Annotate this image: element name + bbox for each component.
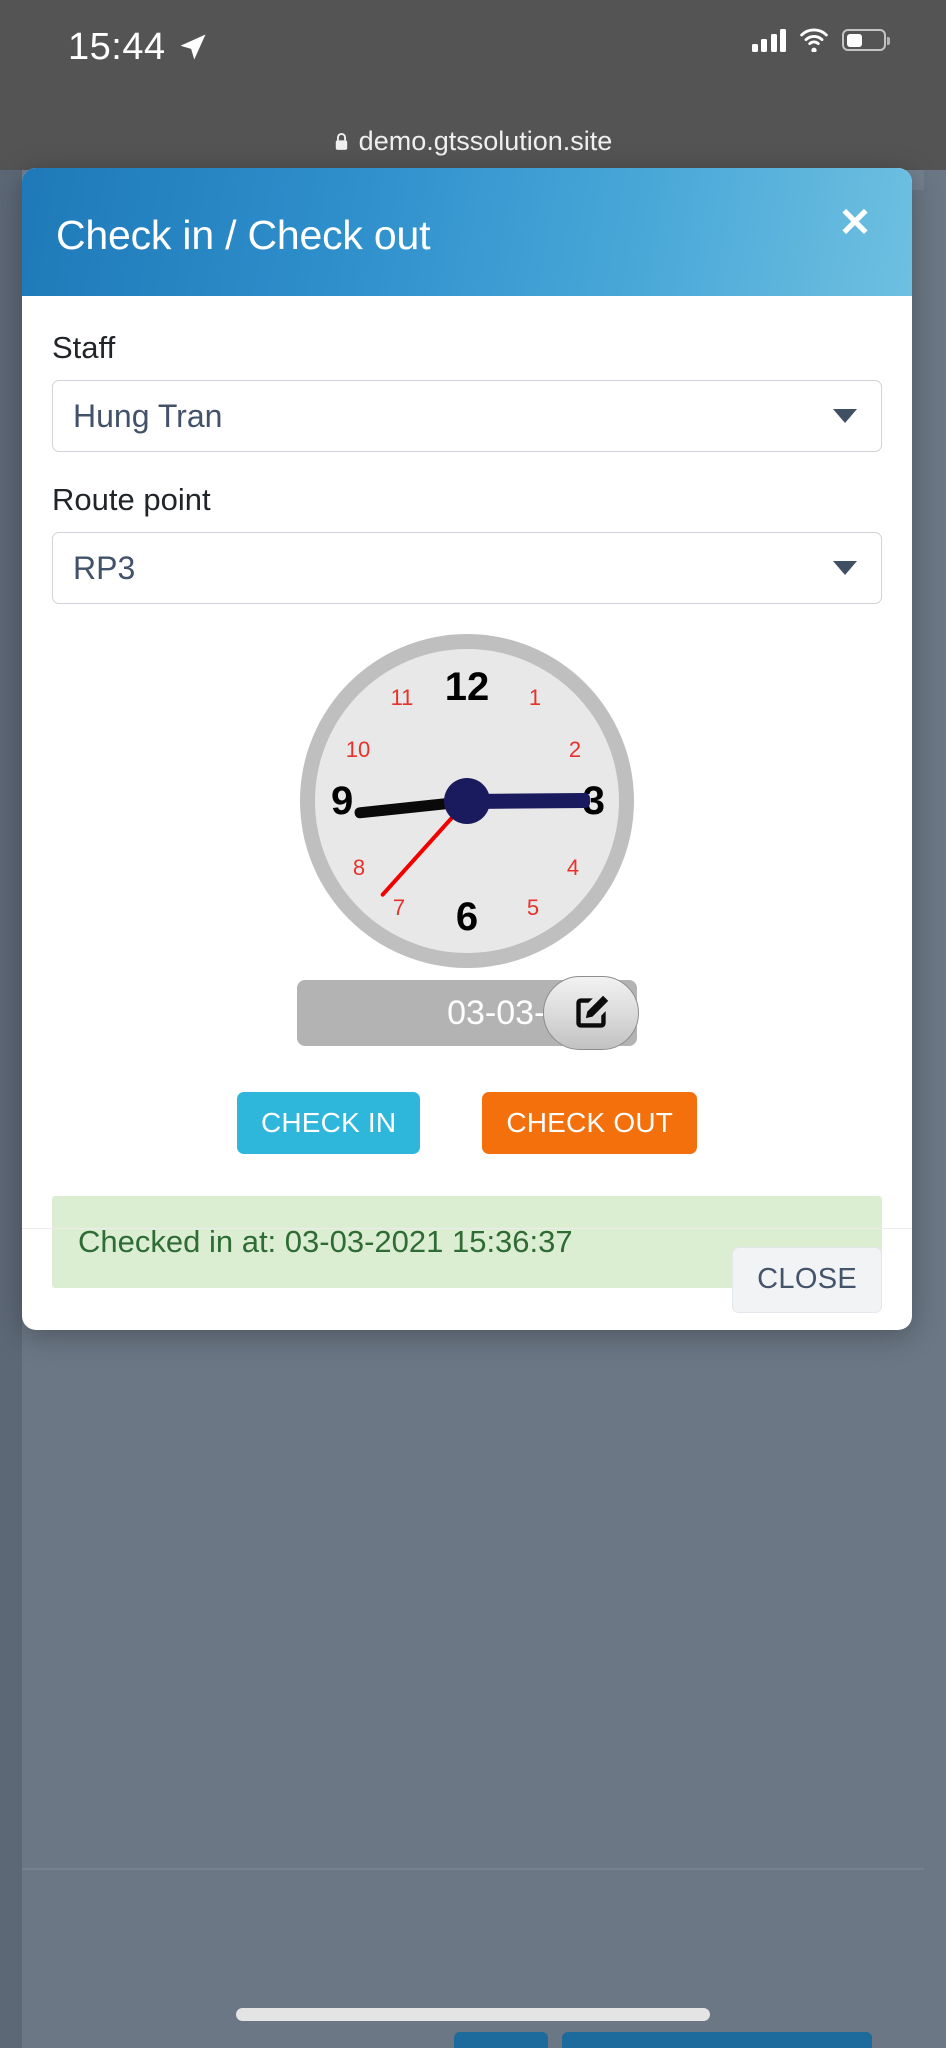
clock-number-5: 5	[526, 895, 540, 920]
clock-number-8: 8	[352, 855, 366, 880]
route-point-label: Route point	[52, 482, 211, 517]
location-arrow-icon	[180, 34, 206, 60]
url-text: demo.gtssolution.site	[358, 125, 613, 156]
check-out-button[interactable]: CHECK OUT	[482, 1092, 698, 1154]
date-row: 03-03-2021	[52, 976, 882, 1050]
action-buttons: CHECK IN CHECK OUT	[52, 1092, 882, 1154]
page-divider	[22, 1868, 924, 1870]
check-in-button[interactable]: CHECK IN	[236, 1092, 421, 1154]
clock-number-6: 6	[455, 895, 479, 939]
clock-number-10: 10	[345, 737, 371, 762]
phone-screen: 15:44 demo.gtssolution.site Check in / C…	[0, 0, 946, 2048]
chevron-down-icon	[833, 409, 857, 423]
analog-clock-wrapper: 12 3 6 9 1 2 4 5 7 8 10 11	[52, 634, 882, 968]
close-x-icon[interactable]: ✕	[830, 198, 880, 248]
status-bar-clock: 15:44	[68, 26, 166, 68]
close-button[interactable]: CLOSE	[732, 1246, 882, 1313]
clock-number-2: 2	[568, 737, 582, 762]
clock-number-1: 1	[528, 685, 542, 710]
clock-number-9: 9	[331, 779, 354, 823]
bottom-button-secondary[interactable]	[562, 2032, 872, 2048]
clock-number-4: 4	[566, 855, 580, 880]
date-display-bar: 03-03-2021	[297, 976, 639, 1050]
wifi-icon	[800, 28, 828, 52]
cellular-signal-icon	[751, 28, 786, 52]
route-point-select-value: RP3	[73, 549, 136, 586]
modal-title: Check in / Check out	[56, 212, 431, 258]
clock-number-7: 7	[392, 895, 406, 920]
status-bar: 15:44	[0, 0, 946, 112]
modal-header: Check in / Check out ✕	[22, 168, 912, 296]
clock-center-pin	[444, 778, 490, 824]
page-left-strip	[0, 170, 22, 2048]
edit-pencil-icon	[576, 995, 609, 1028]
browser-url-bar[interactable]: demo.gtssolution.site	[0, 112, 946, 170]
staff-label: Staff	[52, 330, 116, 365]
clock-number-11: 11	[390, 685, 414, 710]
staff-select-value: Hung Tran	[73, 397, 223, 434]
check-in-out-modal: Check in / Check out ✕ Staff Hung Tran R…	[22, 168, 912, 1330]
status-bar-indicators	[751, 28, 890, 52]
home-indicator	[236, 2008, 710, 2021]
modal-footer: CLOSE	[22, 1228, 912, 1330]
chevron-down-icon	[833, 561, 857, 575]
route-point-select[interactable]: RP3	[52, 532, 882, 604]
bottom-button-edit[interactable]	[454, 2032, 548, 2048]
battery-icon	[842, 29, 890, 51]
modal-body: Staff Hung Tran Route point RP3 12 3 6 9	[22, 296, 912, 1288]
analog-clock: 12 3 6 9 1 2 4 5 7 8 10 11	[300, 634, 634, 968]
lock-icon	[335, 132, 347, 150]
clock-number-12: 12	[444, 665, 490, 709]
clock-face: 12 3 6 9 1 2 4 5 7 8 10 11	[315, 649, 619, 953]
edit-date-button[interactable]	[543, 976, 639, 1050]
staff-select[interactable]: Hung Tran	[52, 380, 882, 452]
